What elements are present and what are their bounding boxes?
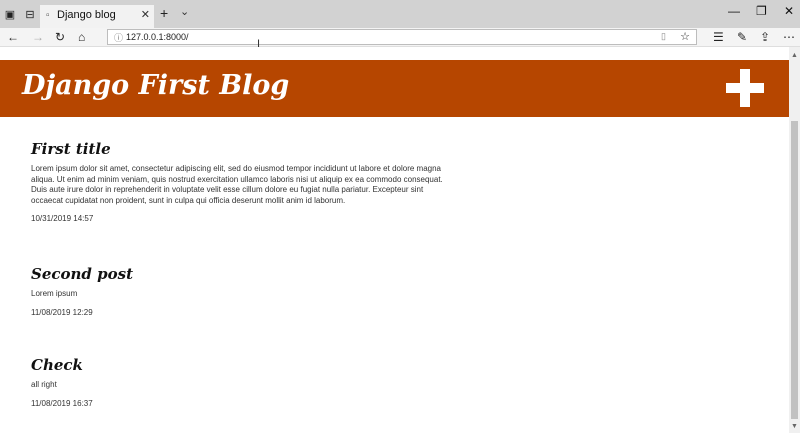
site-title[interactable]: Django First Blog — [22, 70, 289, 101]
reading-view-icon[interactable]: ▯ — [661, 31, 666, 42]
address-text[interactable]: 127.0.0.1:8000/ — [126, 32, 189, 42]
share-icon[interactable]: ⇪ — [760, 28, 770, 46]
tab-title: Django blog — [57, 9, 116, 21]
post-body: Lorem ipsum — [31, 289, 78, 298]
minimize-button[interactable]: — — [728, 4, 740, 18]
forward-icon[interactable]: → — [32, 28, 44, 46]
site-header: Django First Blog — [0, 60, 789, 117]
tab-django-blog[interactable]: ▫ Django blog ✕ — [40, 5, 154, 28]
tab-actions-icon[interactable]: ▣ — [0, 0, 20, 28]
refresh-icon[interactable]: ↻ — [55, 28, 65, 46]
post-title[interactable]: Second post — [31, 265, 451, 283]
close-tab-button[interactable]: ✕ — [141, 8, 150, 21]
tab-strip: ▣ ⊟ ▫ Django blog ✕ + ⌄ — ❐ ✕ — [0, 0, 800, 28]
address-bar[interactable]: ⓘ 127.0.0.1:8000/ ▯ ☆ — [107, 29, 697, 45]
post-title[interactable]: Check — [31, 356, 451, 374]
new-tab-button[interactable]: + — [160, 5, 168, 21]
pen-icon[interactable]: ✎ — [737, 28, 747, 46]
set-tabs-aside-icon[interactable]: ⊟ — [20, 0, 40, 28]
maximize-button[interactable]: ❐ — [756, 4, 767, 18]
blank-page-icon: ▫ — [46, 10, 50, 21]
favorites-icon[interactable]: ☰ — [713, 28, 724, 46]
scroll-thumb[interactable] — [791, 121, 798, 419]
post-item: Check all right 11/08/2019 16:37 — [31, 356, 451, 408]
post-item: Second post Lorem ipsum 11/08/2019 12:29 — [31, 265, 451, 317]
scroll-up-icon[interactable]: ▲ — [791, 52, 798, 59]
post-body: Lorem ipsum dolor sit amet, consectetur … — [31, 164, 443, 205]
scroll-down-icon[interactable]: ▼ — [791, 423, 798, 430]
post-item: First title Lorem ipsum dolor sit amet, … — [31, 140, 451, 223]
post-body: all right — [31, 380, 57, 389]
tab-preview-chevron-icon[interactable]: ⌄ — [180, 5, 189, 18]
post-date: 10/31/2019 14:57 — [31, 214, 94, 224]
home-icon[interactable]: ⌂ — [78, 28, 85, 46]
back-icon[interactable]: ← — [7, 28, 19, 46]
page-scrollbar[interactable]: ▲ ▼ — [789, 47, 800, 433]
plus-icon[interactable] — [726, 69, 764, 107]
web-page: Django First Blog First title Lorem ipsu… — [0, 47, 789, 433]
site-info-icon[interactable]: ⓘ — [114, 31, 123, 44]
close-window-button[interactable]: ✕ — [784, 4, 794, 18]
post-date: 11/08/2019 12:29 — [31, 307, 93, 317]
post-date: 11/08/2019 16:37 — [31, 398, 93, 408]
post-title[interactable]: First title — [31, 140, 451, 158]
navigation-bar: ← → ↻ ⌂ ⓘ 127.0.0.1:8000/ ▯ ☆ ☰ ✎ ⇪ ⋯ — [0, 28, 800, 47]
favorite-star-icon[interactable]: ☆ — [680, 30, 690, 43]
more-icon[interactable]: ⋯ — [783, 28, 795, 46]
